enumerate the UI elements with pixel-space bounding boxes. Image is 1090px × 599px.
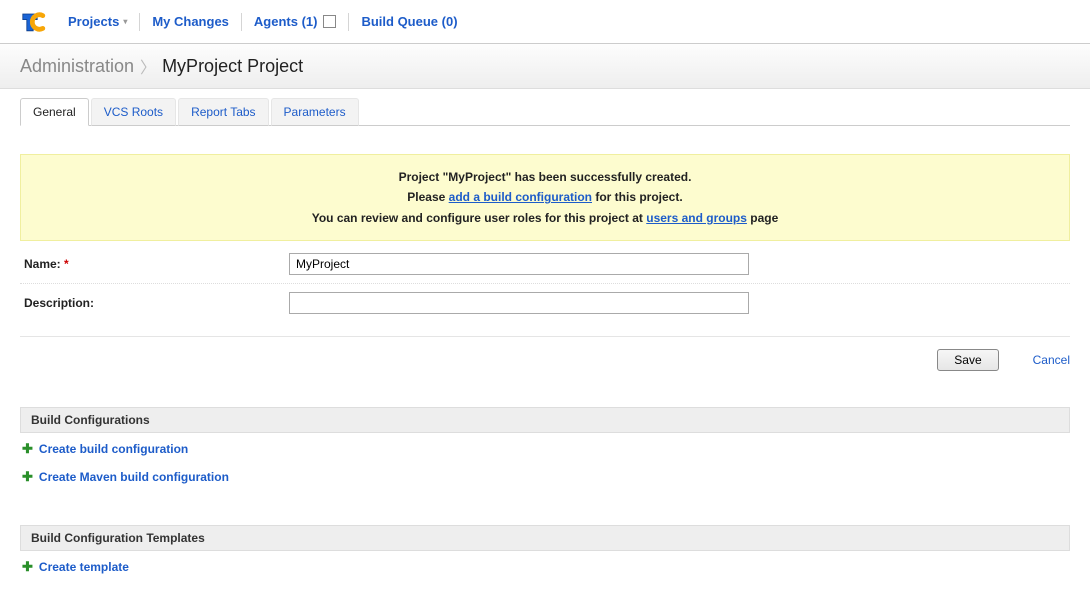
main-content: General VCS Roots Report Tabs Parameters… (0, 89, 1090, 599)
add-build-config-link[interactable]: add a build configuration (449, 190, 592, 204)
create-maven-build-config-link[interactable]: Create Maven build configuration (39, 470, 229, 484)
form-actions: Save Cancel (20, 336, 1070, 395)
tab-parameters[interactable]: Parameters (271, 98, 359, 126)
tabs: General VCS Roots Report Tabs Parameters (20, 97, 1070, 126)
notice-line3-suffix: page (747, 211, 778, 225)
cancel-link[interactable]: Cancel (1033, 353, 1070, 367)
description-label: Description: (24, 296, 289, 310)
nav-separator (241, 13, 242, 31)
breadcrumb-root[interactable]: Administration (20, 56, 134, 77)
chevron-right-icon: 〉 (140, 54, 156, 78)
notice-line2-prefix: Please (407, 190, 448, 204)
users-groups-link[interactable]: users and groups (646, 211, 747, 225)
save-button[interactable]: Save (937, 349, 998, 371)
nav-projects-label: Projects (68, 14, 119, 29)
tab-report-tabs[interactable]: Report Tabs (178, 98, 268, 126)
form-row-name: Name: * (20, 245, 1070, 284)
section-build-templates: Build Configuration Templates (20, 525, 1070, 551)
create-build-config-link[interactable]: Create build configuration (39, 442, 188, 456)
name-input[interactable] (289, 253, 749, 275)
notice-line3-prefix: You can review and configure user roles … (312, 211, 647, 225)
success-notice: Project "MyProject" has been successfull… (20, 154, 1070, 241)
name-label-text: Name: (24, 257, 61, 271)
agents-checkbox-icon[interactable] (323, 15, 336, 28)
nav-agents[interactable]: Agents (1) (254, 10, 337, 33)
breadcrumb: Administration 〉 MyProject Project (0, 44, 1090, 89)
nav-agents-label: Agents (1) (254, 14, 318, 29)
notice-line2-suffix: for this project. (592, 190, 683, 204)
teamcity-logo (18, 9, 50, 35)
required-marker: * (64, 257, 69, 271)
section-build-configurations: Build Configurations (20, 407, 1070, 433)
dropdown-icon: ▾ (123, 17, 127, 26)
notice-line2: Please add a build configuration for thi… (33, 187, 1057, 207)
create-build-config-row: ✚ Create build configuration (20, 437, 1070, 461)
create-template-row: ✚ Create template (20, 555, 1070, 579)
breadcrumb-current: MyProject Project (162, 56, 303, 77)
nav-separator (348, 13, 349, 31)
create-template-link[interactable]: Create template (39, 560, 129, 574)
plus-icon: ✚ (22, 469, 33, 485)
form-row-description: Description: (20, 284, 1070, 322)
top-nav: Projects ▾ My Changes Agents (1) Build Q… (0, 0, 1090, 44)
name-label: Name: * (24, 257, 289, 271)
nav-build-queue[interactable]: Build Queue (0) (361, 10, 457, 33)
notice-line3: You can review and configure user roles … (33, 208, 1057, 228)
tab-general[interactable]: General (20, 98, 89, 126)
notice-line1: Project "MyProject" has been successfull… (33, 167, 1057, 187)
create-maven-build-config-row: ✚ Create Maven build configuration (20, 465, 1070, 489)
nav-separator (139, 13, 140, 31)
nav-my-changes[interactable]: My Changes (152, 10, 229, 33)
plus-icon: ✚ (22, 441, 33, 457)
description-input[interactable] (289, 292, 749, 314)
nav-projects[interactable]: Projects ▾ (68, 10, 127, 33)
tab-vcs-roots[interactable]: VCS Roots (91, 98, 176, 126)
